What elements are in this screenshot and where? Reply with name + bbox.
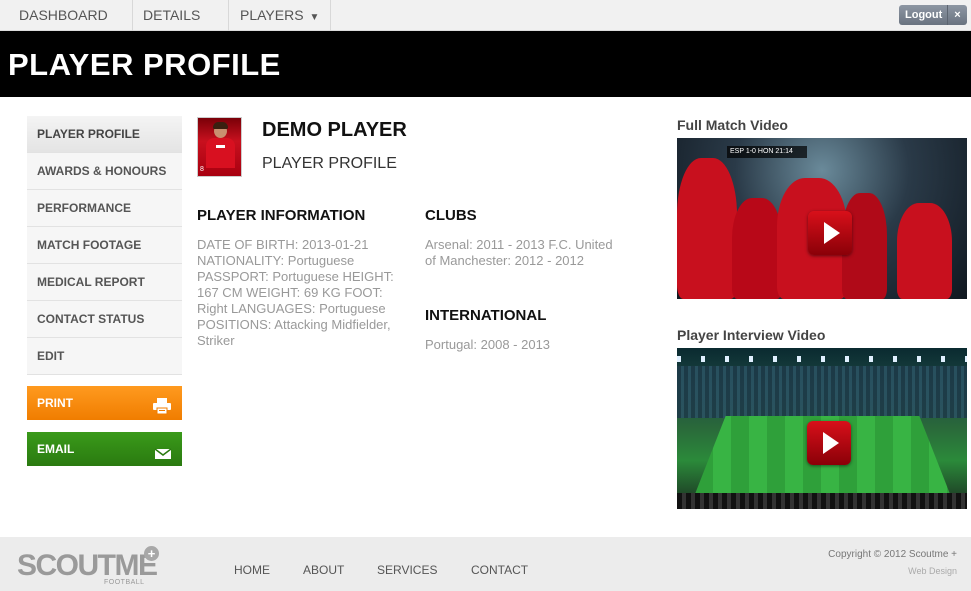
email-label: EMAIL: [37, 442, 75, 456]
sidebar-item-contact-status[interactable]: CONTACT STATUS: [27, 301, 182, 338]
avatar-jersey: [206, 138, 235, 168]
sidebar-item-performance[interactable]: PERFORMANCE: [27, 190, 182, 227]
logo-plus-icon: +: [144, 546, 159, 561]
web-design-link[interactable]: Web Design: [908, 566, 957, 576]
title-bar: PLAYER PROFILE: [0, 31, 971, 97]
player-information-text: DATE OF BIRTH: 2013-01-21 NATIONALITY: P…: [197, 237, 394, 348]
avatar-sponsor: [216, 145, 225, 148]
nav-players-dropdown[interactable]: PLAYERS ▼: [229, 0, 331, 31]
logo-subtitle: FOOTBALL: [104, 579, 145, 586]
logout-label: Logout: [905, 9, 943, 21]
footer-link-contact[interactable]: CONTACT: [471, 563, 528, 577]
full-match-video[interactable]: ESP 1-0 HON 21:14: [677, 138, 967, 299]
copyright-text: Copyright © 2012 Scoutme +: [828, 549, 957, 560]
nav-details-label: DETAILS: [143, 7, 201, 23]
print-label: PRINT: [37, 396, 73, 410]
video-player-figure: [897, 203, 952, 299]
sidebar: PLAYER PROFILE AWARDS & HONOURS PERFORMA…: [27, 116, 182, 466]
logout-button[interactable]: Logout ×: [899, 5, 967, 25]
video-player-figure: [677, 158, 737, 299]
stadium-crowd: [677, 493, 967, 509]
email-button[interactable]: EMAIL: [27, 432, 182, 466]
player-information-heading: PLAYER INFORMATION: [197, 207, 366, 224]
nav-players-label: PLAYERS: [240, 7, 304, 23]
player-avatar: 8: [197, 117, 242, 177]
player-name: DEMO PLAYER: [262, 119, 407, 141]
footer-link-services[interactable]: SERVICES: [377, 563, 437, 577]
nav-dashboard[interactable]: DASHBOARD: [0, 0, 133, 31]
play-icon[interactable]: [807, 421, 851, 465]
international-text: Portugal: 2008 - 2013: [425, 337, 551, 352]
envelope-icon: [154, 440, 172, 474]
sidebar-item-medical-report[interactable]: MEDICAL REPORT: [27, 264, 182, 301]
top-nav: DASHBOARD DETAILS PLAYERS ▼ Logout ×: [0, 0, 971, 31]
sidebar-item-edit[interactable]: EDIT: [27, 338, 182, 375]
footer: SCOUTME + FOOTBALL HOME ABOUT SERVICES C…: [0, 537, 971, 591]
nav-details[interactable]: DETAILS: [133, 0, 229, 31]
avatar-number: 8: [200, 166, 204, 173]
full-match-video-title: Full Match Video: [677, 117, 788, 133]
avatar-hair: [213, 122, 228, 129]
clubs-text: Arsenal: 2011 - 2013 F.C. United of Manc…: [425, 237, 613, 268]
sidebar-item-player-profile[interactable]: PLAYER PROFILE: [27, 116, 182, 153]
scoreboard-overlay: ESP 1-0 HON 21:14: [727, 146, 807, 158]
close-icon[interactable]: ×: [947, 5, 967, 25]
player-interview-video[interactable]: [677, 348, 967, 509]
player-interview-video-title: Player Interview Video: [677, 327, 826, 343]
sidebar-item-match-footage[interactable]: MATCH FOOTAGE: [27, 227, 182, 264]
play-icon[interactable]: [808, 211, 852, 255]
scoutme-logo[interactable]: SCOUTME: [17, 549, 158, 583]
player-subtitle: PLAYER PROFILE: [262, 155, 397, 172]
clubs-heading: CLUBS: [425, 207, 477, 224]
printer-icon: [152, 394, 172, 428]
chevron-down-icon: ▼: [309, 12, 320, 23]
page-title: PLAYER PROFILE: [8, 47, 281, 82]
print-button[interactable]: PRINT: [27, 386, 182, 420]
video-player-figure: [732, 198, 782, 299]
sidebar-item-awards-honours[interactable]: AWARDS & HONOURS: [27, 153, 182, 190]
stadium-lights: [677, 356, 967, 362]
footer-link-home[interactable]: HOME: [234, 563, 270, 577]
stadium-stands: [677, 366, 967, 418]
international-heading: INTERNATIONAL: [425, 307, 547, 324]
footer-link-about[interactable]: ABOUT: [303, 563, 344, 577]
